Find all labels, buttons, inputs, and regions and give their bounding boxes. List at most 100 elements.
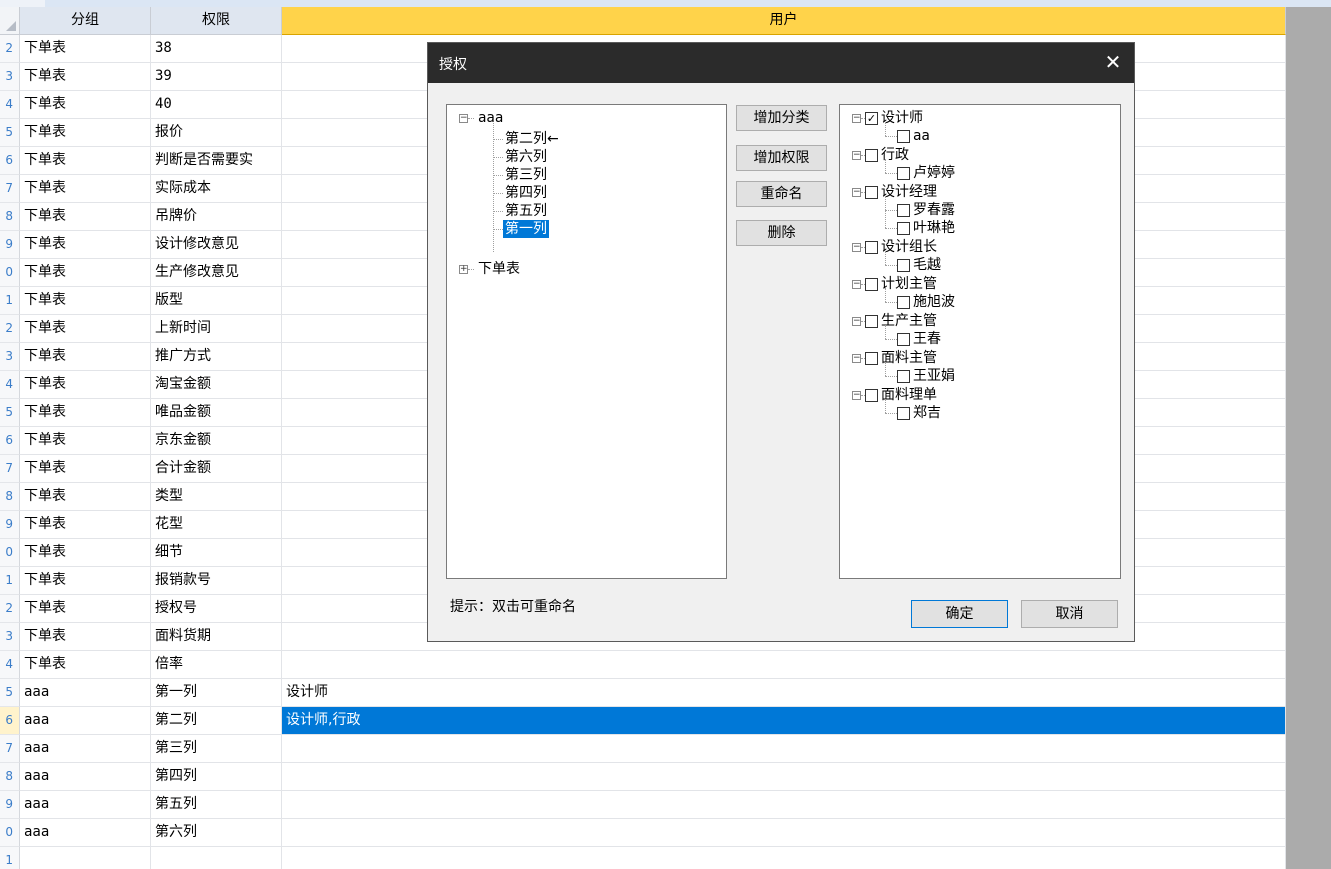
cell-group[interactable]: 下单表 [20,35,151,63]
cell-group[interactable]: aaa [20,763,151,791]
row-number[interactable]: 7 [0,175,20,203]
table-row[interactable]: 6 aaa 第二列 设计师,行政 [0,707,1286,735]
collapse-icon[interactable]: − [852,243,861,252]
delete-button[interactable]: 删除 [736,220,827,246]
cell-group[interactable]: 下单表 [20,539,151,567]
row-number[interactable]: 5 [0,119,20,147]
group-checkbox[interactable] [865,241,878,254]
cell-group[interactable]: 下单表 [20,399,151,427]
cell-permission[interactable]: 授权号 [151,595,282,623]
row-number[interactable]: 9 [0,511,20,539]
row-number[interactable]: 4 [0,91,20,119]
group-checkbox[interactable] [865,389,878,402]
add-category-button[interactable]: 增加分类 [736,105,827,131]
tree-node-column[interactable]: 第二列← [505,130,559,148]
tree-node-column[interactable]: 第六列 [505,148,547,166]
cell-group[interactable]: 下单表 [20,147,151,175]
cell-group[interactable]: 下单表 [20,63,151,91]
dialog-title-bar[interactable]: 授权 ✕ [428,43,1134,83]
member-checkbox[interactable] [897,407,910,420]
user-tree[interactable]: − ✓ 设计师 aa − 行政 卢婷婷 − 设计经理 罗春露 叶琳艳 − 设计组长 毛越 − 计划主管 施旭波 −… [839,104,1121,579]
row-number[interactable]: 2 [0,315,20,343]
tree-node-column[interactable]: 第三列 [505,166,547,184]
tree-node-member[interactable]: 毛越 [913,256,941,274]
cell-user[interactable] [282,819,1286,847]
tree-node-order-sheet[interactable]: 下单表 [478,260,520,278]
cell-permission[interactable]: 类型 [151,483,282,511]
row-number[interactable]: 3 [0,63,20,91]
cell-group[interactable] [20,847,151,869]
member-checkbox[interactable] [897,296,910,309]
cell-permission[interactable]: 判断是否需要实 [151,147,282,175]
cell-group[interactable]: 下单表 [20,287,151,315]
permission-tree[interactable]: − aaa 第二列← 第六列 第三列 第四列 第五列 第一列 + 下单表 [446,104,727,579]
row-number[interactable]: 0 [0,259,20,287]
tree-node-group[interactable]: 设计经理 [881,183,937,201]
cell-permission[interactable]: 第五列 [151,791,282,819]
column-header-group[interactable]: 分组 [20,7,151,35]
cell-permission[interactable]: 第六列 [151,819,282,847]
cell-group[interactable]: aaa [20,707,151,735]
row-number[interactable]: 4 [0,371,20,399]
tree-node-column[interactable]: 第四列 [505,184,547,202]
tree-node-root-aaa[interactable]: aaa [478,109,503,127]
cell-group[interactable]: 下单表 [20,623,151,651]
row-number[interactable]: 1 [0,287,20,315]
tree-node-member[interactable]: aa [913,127,930,145]
cell-permission[interactable]: 39 [151,63,282,91]
cell-permission[interactable]: 倍率 [151,651,282,679]
row-number[interactable]: 3 [0,343,20,371]
group-checkbox[interactable] [865,352,878,365]
row-number[interactable]: 1 [0,567,20,595]
member-checkbox[interactable] [897,259,910,272]
tree-node-column[interactable]: 第一列 [503,220,549,238]
tree-node-member[interactable]: 卢婷婷 [913,164,955,182]
cell-group[interactable]: 下单表 [20,483,151,511]
cell-permission[interactable]: 报价 [151,119,282,147]
tree-node-member[interactable]: 王亚娟 [913,367,955,385]
cell-permission[interactable]: 细节 [151,539,282,567]
member-checkbox[interactable] [897,130,910,143]
collapse-icon[interactable]: − [852,391,861,400]
row-number[interactable]: 8 [0,763,20,791]
row-number[interactable]: 7 [0,735,20,763]
close-icon[interactable]: ✕ [1102,51,1124,73]
select-all-corner[interactable] [0,7,20,35]
column-header-user[interactable]: 用户 [282,7,1286,35]
row-number[interactable]: 6 [0,147,20,175]
table-row[interactable]: 7 aaa 第三列 [0,735,1286,763]
rename-button[interactable]: 重命名 [736,181,827,207]
cell-group[interactable]: 下单表 [20,371,151,399]
expand-icon[interactable]: + [459,265,468,274]
cell-group[interactable]: 下单表 [20,455,151,483]
cell-permission[interactable]: 第四列 [151,763,282,791]
cell-group[interactable]: aaa [20,735,151,763]
cell-permission[interactable]: 京东金额 [151,427,282,455]
collapse-icon[interactable]: − [852,317,861,326]
tree-node-group[interactable]: 生产主管 [881,312,937,330]
collapse-icon[interactable]: − [459,114,468,123]
tree-node-member[interactable]: 王春 [913,330,941,348]
tree-node-column[interactable]: 第五列 [505,202,547,220]
cell-group[interactable]: 下单表 [20,651,151,679]
cell-user[interactable] [282,735,1286,763]
cell-permission[interactable]: 合计金额 [151,455,282,483]
cell-group[interactable]: 下单表 [20,315,151,343]
cell-group[interactable]: 下单表 [20,175,151,203]
cell-permission[interactable]: 第二列 [151,707,282,735]
table-row[interactable]: 4 下单表 倍率 [0,651,1286,679]
cell-group[interactable]: 下单表 [20,259,151,287]
cell-permission[interactable]: 吊牌价 [151,203,282,231]
member-checkbox[interactable] [897,222,910,235]
row-number[interactable]: 5 [0,679,20,707]
cell-permission[interactable]: 版型 [151,287,282,315]
member-checkbox[interactable] [897,333,910,346]
tree-node-member[interactable]: 施旭波 [913,293,955,311]
cell-group[interactable]: aaa [20,679,151,707]
cell-permission[interactable]: 报销款号 [151,567,282,595]
add-permission-button[interactable]: 增加权限 [736,145,827,171]
cell-user[interactable] [282,763,1286,791]
tree-node-member[interactable]: 郑吉 [913,404,941,422]
group-checkbox[interactable] [865,315,878,328]
ok-button[interactable]: 确定 [911,600,1008,628]
